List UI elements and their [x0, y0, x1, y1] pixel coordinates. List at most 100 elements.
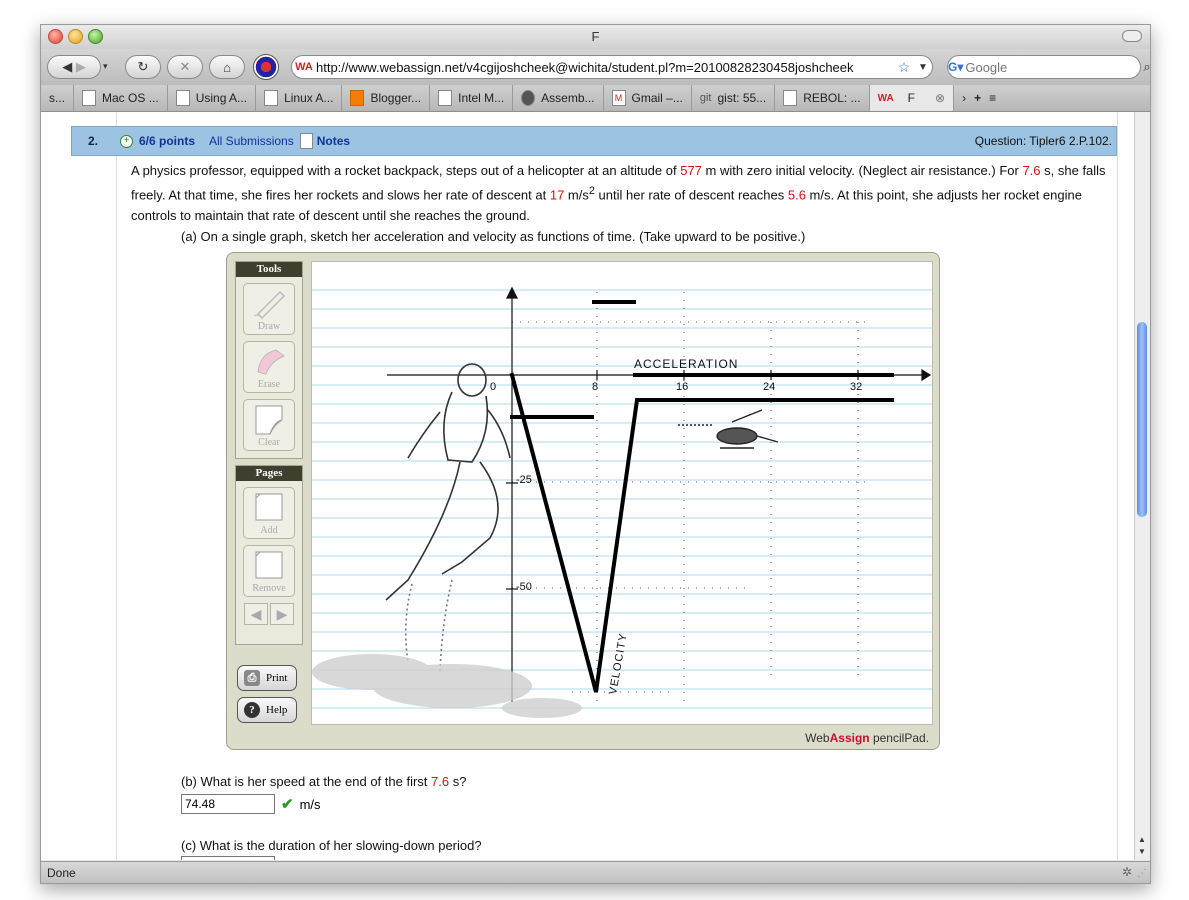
- vertical-scrollbar[interactable]: ▲ ▼: [1134, 112, 1150, 860]
- part-b-text: (b) What is her speed at the end of the …: [181, 774, 432, 789]
- clear-button[interactable]: Clear: [243, 399, 295, 451]
- dotted-grid: [512, 292, 872, 702]
- clear-label: Clear: [258, 437, 280, 448]
- tab-8[interactable]: M Gmail –...: [604, 85, 692, 111]
- question-number: 2.: [87, 134, 98, 148]
- pencil-icon: [253, 290, 286, 320]
- tab-overflow-icon[interactable]: ›: [962, 91, 966, 105]
- x-tick-16: 16: [676, 381, 688, 393]
- tab-label: s...: [49, 91, 66, 105]
- scroll-down-icon[interactable]: ▼: [1138, 847, 1146, 856]
- window-title: F: [591, 29, 600, 44]
- remove-page-button[interactable]: Remove: [243, 545, 295, 597]
- tab-2[interactable]: Mac OS ...: [74, 85, 168, 111]
- tab-5[interactable]: Blogger...: [342, 85, 431, 111]
- sketch-svg[interactable]: 0 8 16 24 32 -25 -50 ACCELERATION VELOCI…: [312, 262, 932, 724]
- problem-text: m/s: [564, 187, 589, 203]
- search-icon[interactable]: ⌕: [1143, 59, 1150, 75]
- help-icon: ?: [244, 702, 260, 718]
- draw-button[interactable]: Draw: [243, 283, 295, 335]
- tab-7[interactable]: Assemb...: [513, 85, 604, 111]
- bookmark-star-icon[interactable]: ☆: [894, 59, 914, 76]
- notes-link[interactable]: Notes: [317, 134, 350, 148]
- part-b-answer-field[interactable]: [181, 794, 275, 814]
- part-c-answer-field[interactable]: [181, 856, 275, 860]
- url-dropdown-icon[interactable]: ▼: [914, 62, 932, 73]
- eraser-icon: [257, 349, 285, 375]
- print-button[interactable]: ⎙ Print: [237, 665, 297, 691]
- resize-grip-icon[interactable]: ⋰: [1137, 868, 1147, 879]
- tab-label: Intel M...: [458, 91, 505, 105]
- tab-list-icon[interactable]: ≡: [989, 91, 996, 105]
- home-button[interactable]: ⌂: [209, 55, 245, 79]
- next-page-icon[interactable]: ▶: [270, 603, 294, 625]
- union-jack-icon[interactable]: [253, 54, 279, 80]
- y-tick-minus-50: -50: [516, 581, 532, 593]
- tab-6[interactable]: Intel M...: [430, 85, 514, 111]
- notes-icon[interactable]: [299, 133, 313, 149]
- search-input[interactable]: [963, 58, 1144, 76]
- tab-1[interactable]: s...: [41, 85, 75, 111]
- title-bar: F: [41, 25, 1150, 49]
- url-bar[interactable]: WA http://www.webassign.net/v4cgijoshche…: [291, 55, 933, 79]
- tab-label: Assemb...: [541, 91, 595, 105]
- stop-button[interactable]: ✕: [167, 55, 203, 79]
- tab-3[interactable]: Using A...: [168, 85, 257, 111]
- add-page-button[interactable]: Add: [243, 487, 295, 539]
- print-label: Print: [266, 672, 288, 684]
- history-dropdown-icon[interactable]: ▾: [103, 61, 108, 72]
- drawing-canvas[interactable]: 0 8 16 24 32 -25 -50 ACCELERATION VELOCI…: [311, 261, 933, 725]
- apple-icon: [82, 90, 97, 106]
- question-header: 2. + 6/6 points All Submissions Notes Qu…: [71, 126, 1117, 156]
- page-border-right: [1117, 112, 1118, 860]
- pages-title: Pages: [236, 466, 302, 481]
- erase-button[interactable]: Erase: [243, 341, 295, 393]
- tab-controls: › + ≡: [954, 85, 1004, 111]
- tab-label: Gmail –...: [631, 91, 683, 105]
- x-tick-0: 0: [490, 381, 496, 393]
- blogger-icon: [350, 90, 365, 106]
- expand-plus-icon[interactable]: +: [120, 134, 133, 148]
- back-icon[interactable]: ◀: [62, 59, 72, 75]
- final-speed-value: 5.6: [787, 187, 806, 203]
- scroll-up-icon[interactable]: ▲: [1138, 835, 1146, 844]
- points-link[interactable]: 6/6 points: [139, 134, 195, 148]
- help-button[interactable]: ? Help: [237, 697, 297, 723]
- tab-active[interactable]: WA F ⊗: [869, 85, 955, 111]
- tab-4[interactable]: Linux A...: [256, 85, 343, 111]
- tab-9[interactable]: git gist: 55...: [692, 85, 776, 111]
- navigation-toolbar: ◀ ▶ ▾ ↻ ✕ ⌂ WA http://www.webassign.net/…: [41, 49, 1150, 85]
- forward-icon[interactable]: ▶: [76, 59, 86, 75]
- add-page-icon: [255, 493, 283, 521]
- google-icon[interactable]: G▾: [948, 60, 963, 74]
- tab-label: Using A...: [195, 91, 248, 105]
- home-icon: ⌂: [223, 59, 231, 75]
- part-b-text: s?: [449, 774, 467, 789]
- part-b-prompt: (b) What is her speed at the end of the …: [181, 774, 466, 789]
- url-text[interactable]: http://www.webassign.net/v4cgijoshcheek@…: [316, 60, 894, 75]
- stop-icon: ✕: [179, 59, 191, 74]
- search-box[interactable]: G▾ ⌕: [947, 55, 1150, 79]
- tab-10[interactable]: REBOL: ...: [775, 85, 870, 111]
- all-submissions-link[interactable]: All Submissions: [209, 134, 294, 148]
- page-icon: [783, 90, 798, 106]
- deceleration-value: 17: [549, 187, 565, 203]
- globe-icon: [521, 90, 536, 106]
- part-a-prompt: (a) On a single graph, sketch her accele…: [181, 229, 806, 244]
- acceleration-label: ACCELERATION: [634, 357, 738, 371]
- altitude-value: 577: [680, 163, 702, 178]
- help-label: Help: [266, 704, 288, 716]
- scrollbar-thumb[interactable]: [1137, 322, 1147, 517]
- x-tick-24: 24: [763, 381, 775, 393]
- erase-label: Erase: [257, 379, 281, 390]
- back-forward-buttons[interactable]: ◀ ▶: [47, 55, 101, 79]
- time-value: 7.6: [1022, 163, 1041, 178]
- webassign-favicon: WA: [295, 61, 313, 73]
- close-tab-icon[interactable]: ⊗: [935, 91, 945, 105]
- new-tab-icon[interactable]: +: [974, 91, 981, 105]
- reload-button[interactable]: ↻: [125, 55, 161, 79]
- brand-web: Web: [805, 731, 830, 745]
- page-icon: [438, 90, 453, 106]
- toolbar-toggle-button[interactable]: [1122, 30, 1142, 42]
- previous-page-icon[interactable]: ◀: [244, 603, 268, 625]
